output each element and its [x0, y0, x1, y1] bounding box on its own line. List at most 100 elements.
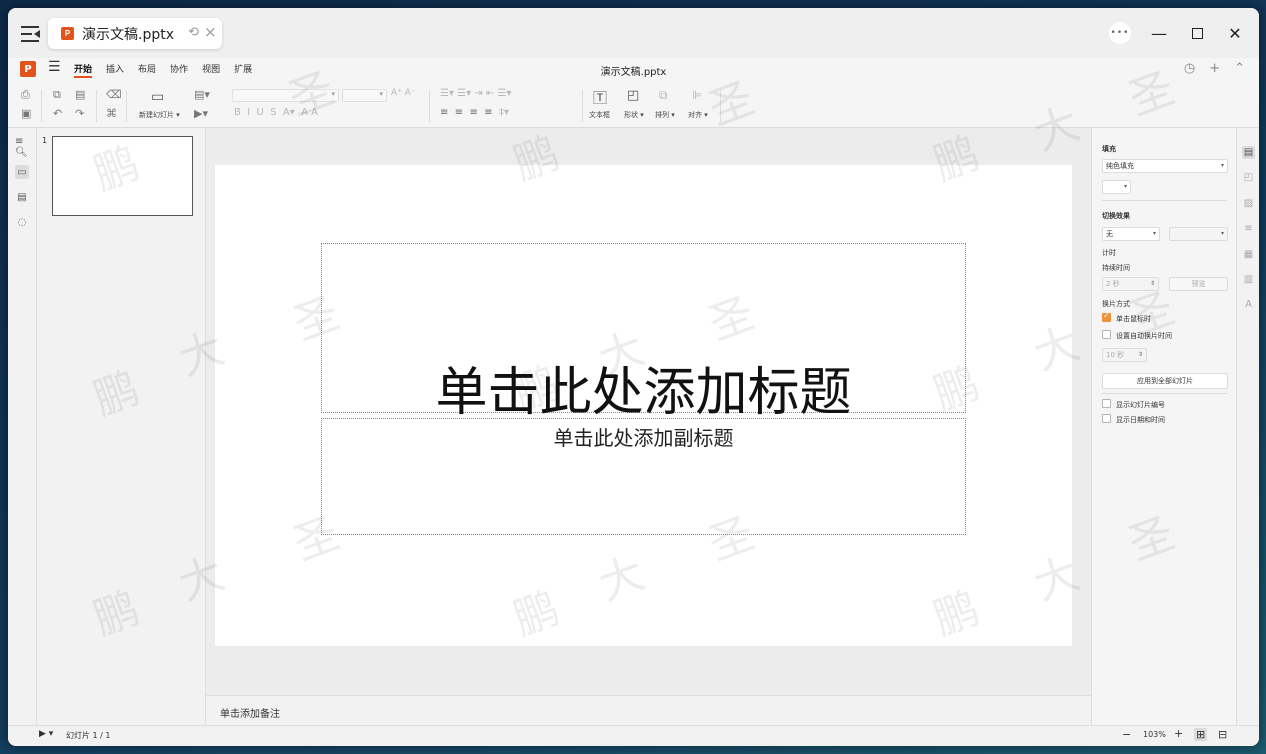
slide-settings-icon[interactable]: ▤: [1242, 146, 1255, 159]
tab-title: 演示文稿.pptx: [82, 26, 174, 43]
text-art-icon[interactable]: A: [1242, 298, 1255, 311]
notes-placeholder: 单击添加备注: [220, 709, 280, 720]
print-icon[interactable]: ⎙: [21, 88, 30, 102]
app-window: P 演示文稿.pptx ⟲ × ••• — ✕ P ☰ 开始 插入 布局 协作 …: [8, 8, 1259, 746]
slide-canvas: 单击此处添加标题 单击此处添加副标题: [206, 128, 1091, 695]
minimize-button[interactable]: —: [1149, 23, 1169, 43]
document-tab[interactable]: P 演示文稿.pptx ⟲ ×: [48, 18, 222, 49]
zoom-out-icon[interactable]: −: [1122, 728, 1131, 741]
shape-icon[interactable]: ◰: [627, 88, 639, 103]
slide-number: 1: [42, 136, 48, 145]
app-menu-icon[interactable]: [21, 25, 43, 43]
align-objects-icon[interactable]: ⊫: [692, 88, 702, 102]
history-icon[interactable]: ◷: [1184, 61, 1195, 76]
title-placeholder[interactable]: 单击此处添加标题: [321, 243, 966, 423]
slideshow-icon[interactable]: ▶ ▾: [39, 729, 53, 739]
timing-label: 计时: [1102, 249, 1116, 257]
sync-icon[interactable]: ⟲: [188, 25, 199, 40]
arrange-button[interactable]: 排列 ▾: [655, 110, 675, 120]
transition-heading: 切换效果: [1102, 212, 1130, 220]
save-icon[interactable]: ▣: [21, 107, 31, 120]
show-number-checkbox[interactable]: [1102, 399, 1111, 408]
add-icon[interactable]: +: [1209, 61, 1220, 76]
close-window-button[interactable]: ✕: [1225, 23, 1245, 43]
title-bar: P 演示文稿.pptx ⟲ × ••• — ✕: [8, 8, 1259, 58]
format-painter-icon[interactable]: ⌘: [106, 107, 117, 120]
on-click-checkbox[interactable]: [1102, 311, 1111, 322]
transition-effect-select[interactable]: 无 ▾: [1102, 227, 1160, 241]
redo-icon[interactable]: ↷: [75, 107, 84, 120]
shape-button[interactable]: 形状 ▾: [624, 110, 644, 120]
text-style-buttons[interactable]: B I U S A▾ A A: [234, 107, 318, 118]
fill-color-picker[interactable]: ▾: [1102, 180, 1131, 194]
search-icon[interactable]: ≡🔍︎: [15, 136, 29, 158]
zoom-in-icon[interactable]: +: [1174, 727, 1183, 740]
title-placeholder-text: 单击此处添加标题: [435, 363, 852, 423]
increase-font-icon[interactable]: A⁺ A⁻: [391, 88, 416, 98]
align-objects-button[interactable]: 对齐 ▾: [688, 110, 708, 120]
slide-counter: 幻灯片 1 / 1: [66, 731, 111, 740]
status-bar: ▶ ▾ 幻灯片 1 / 1 − 103% + ⊞ ⊟: [8, 725, 1259, 746]
fill-type-select[interactable]: 纯色填充 ▾: [1102, 159, 1228, 173]
slide-thumbnails-pane: 1: [37, 128, 206, 725]
layout-icon[interactable]: ▤▾: [194, 88, 210, 101]
font-size-select[interactable]: ▾: [342, 89, 387, 102]
slide-thumbnail[interactable]: [52, 136, 193, 216]
new-slide-button[interactable]: 新建幻灯片 ▾: [139, 110, 180, 120]
textbox-button[interactable]: 文本框: [589, 110, 610, 120]
align-buttons[interactable]: ≡ ≡ ≡ ≡ ‡▾: [440, 107, 509, 118]
subtitle-placeholder-text: 单击此处添加副标题: [553, 426, 734, 450]
table-settings-icon[interactable]: ▦: [1242, 248, 1255, 261]
notes-area[interactable]: 单击添加备注: [206, 695, 1091, 725]
shape-settings-icon[interactable]: ◰: [1242, 171, 1255, 184]
transition-option-select[interactable]: ▾: [1169, 227, 1228, 241]
copy-icon[interactable]: ⧉: [53, 88, 61, 102]
window-controls: ••• — ✕: [1109, 22, 1245, 44]
zoom-level: 103%: [1143, 730, 1166, 739]
show-datetime-label: 显示日期和时间: [1116, 416, 1165, 424]
list-buttons[interactable]: ☰▾ ☰▾ ⇥ ⇤ ☰▾: [440, 88, 511, 99]
paragraph-settings-icon[interactable]: ≡: [1242, 222, 1255, 235]
fit-slide-icon[interactable]: ⊞: [1194, 728, 1208, 741]
fit-width-icon[interactable]: ⊟: [1218, 728, 1227, 741]
close-tab-icon[interactable]: ×: [204, 23, 217, 41]
clear-formatting-icon[interactable]: ⌫: [106, 88, 122, 101]
comments-icon[interactable]: ▤: [15, 190, 29, 204]
image-settings-icon[interactable]: ▨: [1242, 197, 1255, 210]
new-slide-icon[interactable]: ▭: [151, 89, 164, 105]
show-datetime-checkbox[interactable]: [1102, 414, 1111, 423]
on-click-label: 单击鼠标时: [1116, 315, 1151, 323]
slideshow-start-icon[interactable]: ▶▾: [194, 107, 208, 120]
slide-settings-panel: 填充 纯色填充 ▾ ▾ 切换效果 无 ▾ ▾ 计时 持续时间 2 秒 ⇕ 预览 换片方…: [1091, 128, 1236, 725]
menubar-actions: ◷ + ⌃: [1184, 61, 1245, 76]
duration-label: 持续时间: [1102, 264, 1130, 272]
menu-bar: P ☰ 开始 插入 布局 协作 视图 扩展 演示文稿.pptx ◷ + ⌃: [8, 58, 1259, 82]
paste-icon[interactable]: ▤: [75, 88, 85, 101]
ribbon-toolbar: ⎙ ▣ ⧉ ▤ ↶ ↷ ⌫ ⌘ ▭ 新建幻灯片 ▾ ▤▾ ▶▾ ▾ ▾ A⁺ A…: [8, 82, 1259, 128]
more-options-icon[interactable]: •••: [1109, 22, 1131, 44]
auto-time-stepper[interactable]: 10 秒 ⇕: [1102, 348, 1147, 362]
left-rail: ≡🔍︎ ▭ ▤ ◌: [8, 128, 37, 725]
collapse-ribbon-icon[interactable]: ⌃: [1234, 61, 1245, 76]
chat-icon[interactable]: ◌: [15, 215, 29, 229]
document-title: 演示文稿.pptx: [600, 67, 667, 78]
maximize-button[interactable]: [1187, 23, 1207, 43]
preview-button[interactable]: 预览: [1169, 277, 1228, 291]
textbox-icon[interactable]: 🅃: [593, 88, 607, 108]
slide[interactable]: 单击此处添加标题 单击此处添加副标题: [215, 165, 1072, 646]
chart-settings-icon[interactable]: ▥: [1242, 273, 1255, 286]
duration-stepper[interactable]: 2 秒 ⇕: [1102, 277, 1159, 291]
advance-label: 换片方式: [1102, 300, 1130, 308]
apply-all-button[interactable]: 应用到全部幻灯片: [1102, 373, 1228, 389]
subtitle-placeholder[interactable]: 单击此处添加副标题: [321, 418, 966, 535]
auto-advance-checkbox[interactable]: [1102, 330, 1111, 339]
undo-icon[interactable]: ↶: [53, 107, 62, 120]
auto-advance-label: 设置自动换片时间: [1116, 332, 1172, 340]
slides-icon[interactable]: ▭: [15, 165, 29, 179]
font-name-select[interactable]: ▾: [232, 89, 339, 102]
arrange-icon[interactable]: ⧉: [659, 88, 668, 103]
presentation-file-icon: P: [61, 27, 74, 40]
show-number-label: 显示幻灯片编号: [1116, 401, 1165, 409]
fill-heading: 填充: [1102, 145, 1116, 153]
right-rail: ▤ ◰ ▨ ≡ ▦ ▥ A: [1236, 128, 1259, 725]
